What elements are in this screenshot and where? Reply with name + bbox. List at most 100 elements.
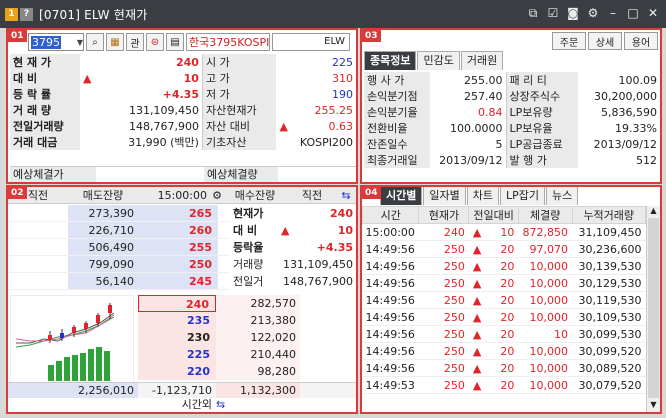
trade-volume: 10,000 — [518, 359, 572, 377]
trade-cum-volume: 30,089,520 — [572, 359, 646, 377]
order-book-panel: 02 직전 매도잔량 15:00:00 ⚙ 매수잔량 직전 ⇆ 273,390 2… — [6, 185, 358, 414]
trade-change: ▲ 20 — [468, 274, 519, 292]
bid-price: 235 — [138, 312, 216, 329]
current-info-row: 현재가 240 — [230, 205, 356, 222]
detail-button[interactable]: 상세 — [588, 32, 622, 50]
ask-level-row[interactable]: 273,390 265 — [8, 205, 230, 222]
checklist-icon[interactable]: ☑ — [546, 6, 560, 20]
ask-level-row[interactable]: 799,090 250 — [8, 256, 230, 273]
up-triangle-icon: ▲ — [281, 224, 290, 237]
current-info-value: 10 — [337, 224, 353, 237]
trade-row[interactable]: 14:49:53 250 ▲ 20 10,000 30,079,520 — [362, 376, 646, 394]
prev-bid-header: 직전 — [301, 189, 323, 202]
tab-instrument-info[interactable]: 종목정보 — [364, 51, 417, 70]
trades-table: 시간 현재가 전일대비 체결량 누적거래량 15:00:00 240 ▲ 10 872,… — [362, 206, 646, 394]
current-info-row: 전일거 148,767,900 — [230, 273, 356, 290]
minimize-icon[interactable]: – — [606, 6, 620, 20]
prev-ask-cell — [8, 222, 68, 238]
mini-candle-chart[interactable] — [10, 295, 134, 383]
bid-level-row[interactable]: 230 122,020 — [138, 329, 356, 346]
quote-summary-panel: 01 3795 ▼ ⌕ ▦ 관 ⊜ ▤ 한국3795KOSPI ELW 현 재 … — [6, 28, 358, 184]
info-label: 상장주식수 — [505, 88, 578, 104]
gear-icon[interactable]: ⚙ — [586, 6, 600, 20]
trade-time: 14:49:56 — [362, 342, 419, 360]
ask-level-row[interactable]: 226,710 260 — [8, 222, 230, 239]
gear-icon[interactable]: ⚙ — [210, 187, 224, 203]
trade-time: 14:49:56 — [362, 257, 419, 275]
bid-level-row[interactable]: 220 98,280 — [138, 363, 356, 380]
close-icon[interactable]: ✕ — [646, 6, 660, 20]
current-info-label: 거래량 — [233, 258, 264, 271]
calendar-icon[interactable]: ▦ — [106, 33, 124, 51]
bid-level-row[interactable]: 235 213,380 — [138, 312, 356, 329]
panel-badge: 03 — [362, 30, 381, 42]
current-info-value: +4.35 — [316, 241, 353, 254]
order-book-header: 직전 매도잔량 15:00:00 ⚙ 매수잔량 직전 ⇆ — [8, 187, 356, 204]
quote-label: 전일거래량 — [10, 118, 80, 134]
tab-sensitivity[interactable]: 민감도 — [417, 51, 460, 70]
camera-icon[interactable]: ◙ — [566, 6, 580, 20]
help-icon[interactable]: ? — [20, 7, 33, 21]
ask-level-row[interactable]: 56,140 245 — [8, 273, 230, 290]
trade-row[interactable]: 14:49:56 250 ▲ 20 10,000 30,139,530 — [362, 257, 646, 275]
list-icon[interactable]: ▤ — [166, 33, 184, 51]
trade-volume: 10,000 — [518, 257, 572, 275]
symbol-name-field[interactable]: 한국3795KOSPI — [186, 33, 270, 51]
up-triangle-icon[interactable]: ⊜ — [146, 33, 164, 51]
trade-price: 250 — [418, 308, 469, 326]
bid-level-row[interactable]: 240 282,570 — [138, 295, 356, 312]
info-value: 255.00 — [464, 73, 503, 87]
tab-chart[interactable]: 차트 — [466, 187, 499, 205]
maximize-icon[interactable]: □ — [626, 6, 640, 20]
scroll-up-icon[interactable]: ▲ — [647, 206, 660, 218]
bid-qty: 282,570 — [216, 295, 300, 312]
tab-news[interactable]: 뉴스 — [546, 187, 579, 205]
tab-lp[interactable]: LP잡기 — [500, 187, 546, 205]
tab-by-time[interactable]: 시간별 — [380, 187, 423, 205]
trade-row[interactable]: 14:49:56 250 ▲ 20 10,000 30,119,530 — [362, 291, 646, 309]
swap-icon[interactable]: ⇆ — [216, 398, 225, 412]
chevron-down-icon[interactable]: ▼ — [77, 38, 83, 47]
quote-label: 대 비 — [10, 70, 80, 86]
symbol-code-input[interactable]: 3795 ▼ — [28, 33, 84, 51]
after-hours-label[interactable]: 시간외 — [138, 398, 216, 412]
search-icon[interactable]: ⌕ — [86, 33, 104, 51]
favorite-button[interactable]: 관 — [126, 33, 144, 51]
trade-row[interactable]: 14:49:56 250 ▲ 20 10 30,099,530 — [362, 325, 646, 343]
action-buttons: 주문 상세 용어 — [552, 32, 658, 50]
vertical-scrollbar[interactable]: ▲ ▼ — [646, 206, 660, 412]
bid-price: 240 — [138, 295, 216, 312]
trade-price: 250 — [418, 240, 469, 258]
trade-change: ▲ 20 — [468, 308, 519, 326]
screen-number-icon[interactable]: 1 — [5, 7, 18, 21]
swap-icon[interactable]: ⇆ — [338, 187, 354, 203]
quote-value: 148,767,900 — [128, 119, 199, 133]
trade-row[interactable]: 15:00:00 240 ▲ 10 872,850 31,109,450 — [362, 223, 646, 241]
trade-row[interactable]: 14:49:56 250 ▲ 20 97,070 30,236,600 — [362, 240, 646, 258]
quote-value: 190 — [332, 87, 353, 101]
info-label: 손익분기율 — [364, 104, 430, 120]
order-button[interactable]: 주문 — [552, 32, 586, 50]
info-label: LP보유율 — [505, 120, 578, 136]
scroll-down-icon[interactable]: ▼ — [647, 400, 660, 412]
bid-qty: 122,020 — [216, 329, 300, 346]
current-info-block: 현재가 240 대 비 ▲ 10 등락율 +4.35 거래량 131,109,450 전일거 148… — [230, 205, 356, 290]
trade-row[interactable]: 14:49:56 250 ▲ 20 10,000 30,129,530 — [362, 274, 646, 292]
ask-level-row[interactable]: 506,490 255 — [8, 239, 230, 256]
trade-row[interactable]: 14:49:56 250 ▲ 20 10,000 30,089,520 — [362, 359, 646, 377]
link-icon[interactable]: ⧉ — [526, 6, 540, 20]
prev-ask-cell — [8, 239, 68, 255]
trade-row[interactable]: 14:49:56 250 ▲ 20 10,000 30,099,520 — [362, 342, 646, 360]
trade-cum-volume: 30,129,530 — [572, 274, 646, 292]
bid-level-row[interactable]: 225 210,440 — [138, 346, 356, 363]
glossary-button[interactable]: 용어 — [624, 32, 658, 50]
trade-row[interactable]: 14:49:56 250 ▲ 20 10,000 30,109,530 — [362, 308, 646, 326]
current-info-label: 등락율 — [233, 241, 264, 254]
scroll-thumb[interactable] — [648, 218, 659, 398]
spacer — [276, 54, 290, 70]
tab-by-date[interactable]: 일자별 — [423, 187, 466, 205]
tab-brokers[interactable]: 거래원 — [460, 51, 504, 70]
trade-change-value: 20 — [500, 242, 515, 256]
spacer — [276, 70, 290, 86]
quote-row: 현 재 가 240 시 가 225 — [10, 54, 356, 70]
